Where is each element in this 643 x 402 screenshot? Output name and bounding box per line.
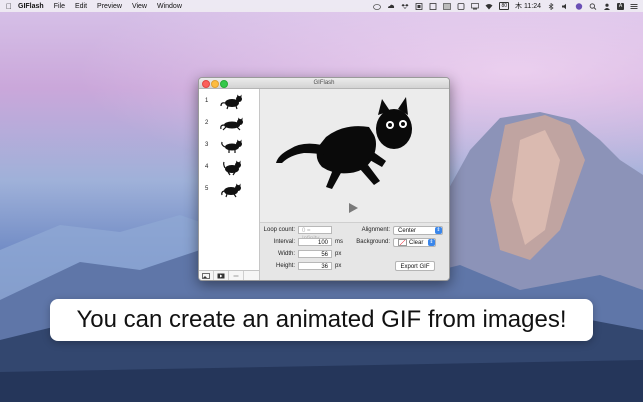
cat-thumbnail-icon — [221, 183, 241, 198]
grid-icon[interactable] — [415, 2, 423, 10]
menu-clock[interactable]: 木 11:24 — [515, 1, 541, 11]
volume-icon[interactable] — [561, 3, 569, 10]
width-input[interactable]: 56 — [298, 250, 332, 258]
alignment-value: Center — [398, 228, 417, 234]
list-item[interactable]: 2 — [199, 114, 259, 134]
cat-thumbnail-icon — [223, 160, 241, 176]
clear-swatch-icon — [398, 239, 407, 246]
frame-number: 3 — [205, 142, 209, 148]
image-icon — [202, 272, 210, 279]
status-area: 80 木 11:24 A — [373, 1, 643, 11]
width-label: Width: — [277, 251, 295, 257]
cat-thumbnail-icon — [220, 94, 242, 110]
loop-count-label: Loop count: — [263, 227, 295, 233]
interval-input[interactable]: 100 — [298, 238, 332, 246]
input-source-icon[interactable]: A — [617, 2, 624, 10]
export-gif-button[interactable]: Export GIF — [395, 261, 435, 271]
settings-panel: Loop count: 0 = Infinity Interval: 100 m… — [260, 222, 449, 280]
cat-preview-image — [276, 97, 412, 189]
frame-number: 5 — [205, 186, 209, 192]
background-value: Clear — [409, 240, 424, 247]
interval-label: Interval: — [273, 239, 295, 245]
menu-view[interactable]: View — [132, 3, 147, 10]
zoom-button[interactable] — [220, 80, 228, 88]
loop-count-input[interactable]: 0 = Infinity — [298, 226, 332, 242]
cat-thumbnail-icon — [220, 117, 243, 131]
alignment-select[interactable]: Center ⇕ — [393, 226, 443, 235]
frame-list: 1 2 3 4 5 — [199, 89, 260, 280]
frame-list-toolbar — [199, 270, 259, 280]
preview-area — [260, 89, 449, 222]
cat-thumbnail-icon — [221, 139, 242, 153]
menu-app-name[interactable]: GIFlash — [18, 3, 44, 10]
window-title: GIFlash — [313, 80, 335, 86]
window-titlebar[interactable]: GIFlash — [199, 78, 449, 89]
menu-bar:  GIFlash File Edit Preview View Window … — [0, 0, 643, 12]
interval-unit: ms — [335, 239, 343, 245]
minimize-button[interactable] — [211, 80, 219, 88]
frame-number: 1 — [205, 98, 209, 104]
battery-icon[interactable]: 80 — [499, 2, 510, 10]
frame-number: 2 — [205, 120, 209, 126]
display-icon[interactable] — [457, 2, 465, 10]
giflash-window: GIFlash 1 2 3 4 5 Loop count: 0 = Interv… — [198, 77, 450, 281]
remove-frame-button[interactable] — [229, 271, 244, 280]
square-icon[interactable] — [429, 2, 437, 10]
bluetooth-icon[interactable] — [547, 2, 555, 10]
width-unit: px — [335, 251, 342, 257]
height-unit: px — [335, 263, 342, 269]
background-select[interactable]: Clear ⇕ — [393, 238, 436, 247]
window-icon[interactable] — [443, 2, 452, 10]
height-label: Height: — [275, 263, 295, 269]
list-item[interactable]: 3 — [199, 136, 259, 156]
siri-icon[interactable] — [575, 2, 583, 10]
caption-banner: You can create an animated GIF from imag… — [50, 299, 593, 341]
minus-icon — [233, 275, 239, 276]
dropbox-icon[interactable] — [401, 3, 409, 10]
list-item[interactable]: 4 — [199, 158, 259, 178]
search-icon[interactable] — [589, 2, 597, 10]
list-item[interactable]: 1 — [199, 92, 259, 112]
creative-cloud-icon[interactable] — [373, 3, 382, 10]
list-icon[interactable] — [630, 3, 638, 10]
menu-edit[interactable]: Edit — [75, 3, 87, 10]
menu-preview[interactable]: Preview — [97, 3, 122, 10]
cloud-icon[interactable] — [387, 3, 395, 10]
background-label: Background: — [356, 239, 390, 245]
list-item[interactable]: 5 — [199, 180, 259, 200]
chevron-updown-icon: ⇕ — [435, 227, 442, 234]
chevron-updown-icon: ⇕ — [428, 239, 435, 246]
alignment-label: Alignment: — [361, 227, 390, 233]
menu-file[interactable]: File — [54, 3, 65, 10]
menu-window[interactable]: Window — [157, 3, 182, 10]
user-icon[interactable] — [603, 3, 611, 10]
add-video-button[interactable] — [214, 271, 229, 280]
apple-menu-icon[interactable]:  — [0, 2, 18, 11]
film-icon — [217, 273, 225, 278]
close-button[interactable] — [202, 80, 210, 88]
wifi-icon[interactable] — [485, 3, 493, 10]
frame-number: 4 — [205, 164, 209, 170]
add-image-button[interactable] — [199, 271, 214, 280]
play-button[interactable] — [349, 203, 358, 213]
height-input[interactable]: 36 — [298, 262, 332, 270]
monitor-icon[interactable] — [471, 2, 480, 10]
